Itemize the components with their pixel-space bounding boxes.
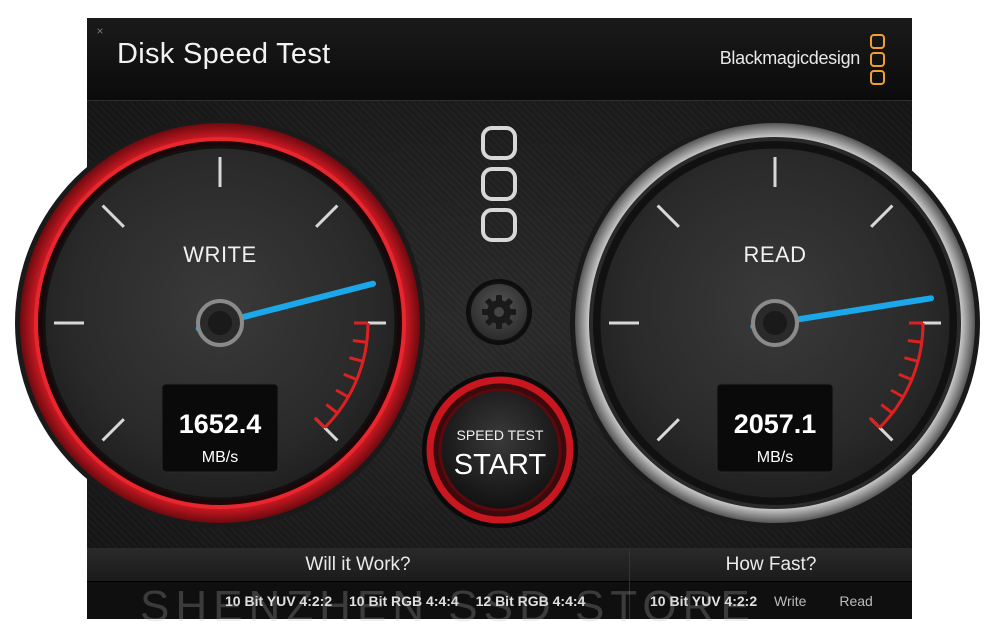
read-speed-unit: MB/s <box>757 449 793 466</box>
gauge-redline-tick <box>352 339 367 344</box>
gear-icon <box>482 295 516 329</box>
write-speed-value: 1652.4 <box>179 409 262 439</box>
read-speed-value: 2057.1 <box>734 409 817 439</box>
write-gauge-label: WRITE <box>183 242 256 267</box>
write-gauge: WRITE 1652.4 MB/s <box>15 118 425 528</box>
start-button-label: START <box>454 449 547 481</box>
watermark-text: SHENZHEN SSD STORE <box>140 582 756 631</box>
start-button-caption: SPEED TEST <box>457 427 544 443</box>
settings-button[interactable] <box>466 279 532 345</box>
gauge-redline-tick <box>907 339 922 344</box>
gauges-layer: WRITE 1652.4 MB/s READ 2057.1 MB/s SPEED… <box>15 118 980 528</box>
read-gauge: READ 2057.1 MB/s <box>570 118 980 528</box>
read-gauge-label: READ <box>743 242 806 267</box>
center-logo-icon <box>481 126 517 242</box>
write-speed-unit: MB/s <box>202 449 238 466</box>
start-button[interactable]: SPEED TEST START <box>422 372 578 528</box>
